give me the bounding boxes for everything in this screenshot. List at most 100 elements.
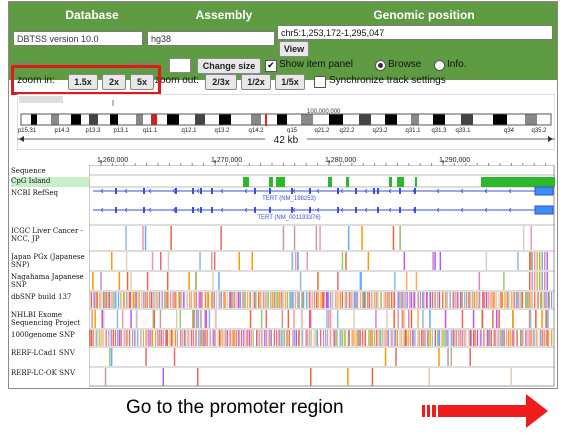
snp-track[interactable] xyxy=(109,348,471,366)
svg-text:TERT (NM_198253): TERT (NM_198253) xyxy=(262,196,316,202)
ideogram-band xyxy=(219,114,231,125)
snp-track[interactable] xyxy=(90,292,553,308)
ideogram-band xyxy=(136,114,143,125)
promoter-caption: Go to the promoter region xyxy=(126,397,344,418)
track-label[interactable]: 1000genome SNP xyxy=(11,331,89,347)
zoom-out-1-2x-button[interactable]: 1/2x xyxy=(241,74,271,90)
ideogram-band xyxy=(59,114,71,125)
browse-radio[interactable] xyxy=(375,60,386,71)
zoom-out-1-5x-button[interactable]: 1/5x xyxy=(275,74,305,90)
cpg-island-block[interactable] xyxy=(397,177,404,187)
change-size-button[interactable]: Change size xyxy=(197,58,261,74)
ideogram-band xyxy=(98,114,110,125)
ruler-tick-label: 1,260,000 xyxy=(97,157,128,164)
database-column-title: Database xyxy=(65,8,119,22)
ideogram-band-label: q21.2 xyxy=(314,128,330,134)
ideogram-band xyxy=(251,114,261,125)
ideogram-band-label: q23.2 xyxy=(372,128,388,134)
ideogram-band xyxy=(89,114,98,125)
snp-track[interactable] xyxy=(91,310,549,328)
ideogram-band-label: p15.31 xyxy=(18,128,37,134)
ideogram-band xyxy=(81,114,89,125)
snp-track[interactable] xyxy=(104,368,512,386)
height-input[interactable] xyxy=(169,58,191,73)
track-label[interactable]: Nagahama Japanese SNP xyxy=(11,273,89,291)
refseq-transcript[interactable]: TERT (NM_198253) xyxy=(93,186,554,202)
ideogram-band xyxy=(313,114,329,125)
ideogram-band xyxy=(277,114,287,125)
genome-browser-window: Database Assembly Genomic position DBTSS… xyxy=(8,1,558,389)
view-button[interactable]: View xyxy=(279,41,309,57)
info-label: Info. xyxy=(447,59,467,70)
database-field[interactable]: DBTSS version 10.0 xyxy=(13,31,143,46)
track-label[interactable]: CpG Island xyxy=(11,177,89,187)
ideogram-band-label: q12.1 xyxy=(181,128,197,134)
snp-track[interactable] xyxy=(111,252,532,270)
ideogram-band xyxy=(287,114,301,125)
span-label: 42 kb xyxy=(274,135,299,146)
ideogram-band-label: q33.1 xyxy=(455,128,471,134)
ideogram-band-label: p13.1 xyxy=(113,128,129,134)
snp-track[interactable] xyxy=(89,330,553,346)
assembly-field[interactable]: hg38 xyxy=(147,31,275,46)
ideogram-band xyxy=(71,114,81,125)
ideogram-band xyxy=(151,114,157,125)
track-label[interactable]: RERF-LCad1 SNV xyxy=(11,349,89,367)
ideogram-band xyxy=(359,114,371,125)
ideogram-band xyxy=(261,114,277,125)
track-label[interactable]: NCBI RefSeq xyxy=(11,189,89,225)
assembly-column-title: Assembly xyxy=(195,8,253,22)
ideogram-band xyxy=(473,114,493,125)
ideogram-band xyxy=(179,114,195,125)
refseq-transcript[interactable]: TERT (NM_001193376) xyxy=(93,205,554,221)
ruler-tick-label: 1,280,000 xyxy=(325,157,356,164)
track-label[interactable]: Japan PGx (Japanese SNP) xyxy=(11,253,89,271)
cpg-island-block[interactable] xyxy=(389,177,392,187)
cpg-island-block[interactable] xyxy=(491,177,555,187)
show-item-panel-label: Show item panel xyxy=(279,59,353,70)
cpg-island-block[interactable] xyxy=(243,177,249,187)
track-area[interactable]: TERT (NM_198253) TERT (NM_001193376) xyxy=(89,165,555,387)
ideogram-band-label: q14.2 xyxy=(248,128,264,134)
cpg-island-block[interactable] xyxy=(269,177,273,187)
ideogram-band-label: q34 xyxy=(504,128,515,134)
ruler-tick-label: 1,290,000 xyxy=(439,157,470,164)
snp-track[interactable] xyxy=(92,272,505,290)
info-radio[interactable] xyxy=(434,60,445,71)
position-column-title: Genomic position xyxy=(373,8,475,22)
cpg-island-block[interactable] xyxy=(415,177,417,187)
cpg-island-block[interactable] xyxy=(276,177,285,187)
position-input[interactable]: chr5:1,253,172-1,295,047 xyxy=(277,25,553,40)
ideogram-band xyxy=(445,114,461,125)
cpg-island-block[interactable] xyxy=(328,177,332,187)
zoom-out-2-3x-button[interactable]: 2/3x xyxy=(205,74,237,90)
track-label[interactable]: ICGC Liver Cancer - NCC, JP xyxy=(11,227,89,251)
track-label[interactable]: Sequence xyxy=(11,167,89,175)
zoom-out-label: zoom out: xyxy=(155,75,199,86)
ideogram-band xyxy=(461,114,473,125)
ideogram-band-label: q11.1 xyxy=(143,128,158,134)
ideogram-band xyxy=(51,114,59,125)
ideogram-band-label: p13.3 xyxy=(85,128,101,134)
ideogram-band xyxy=(143,114,151,125)
ideogram-band xyxy=(118,114,136,125)
snp-track[interactable] xyxy=(125,226,532,250)
track-label[interactable]: dbSNP build 137 xyxy=(11,293,89,309)
ideogram-band xyxy=(31,114,37,125)
ideogram-band xyxy=(507,114,525,125)
ideogram-band-label: q31.3 xyxy=(431,128,447,134)
track-label[interactable]: RERF-LC-OK SNV xyxy=(11,369,89,387)
ideogram-band xyxy=(493,114,507,125)
ideogram-band xyxy=(397,114,411,125)
track-label[interactable]: NHLBI Exome Sequencing Project xyxy=(11,311,89,329)
ideogram-band xyxy=(525,114,537,125)
ideogram-band xyxy=(195,114,205,125)
cpg-island-block[interactable] xyxy=(346,177,349,187)
ideogram-band xyxy=(21,114,31,125)
ideogram-band xyxy=(537,114,551,125)
ideogram-band xyxy=(301,114,313,125)
ideogram-band xyxy=(411,114,419,125)
sync-tracks-checkbox[interactable] xyxy=(314,76,326,88)
show-item-panel-checkbox[interactable]: ✔ xyxy=(265,60,277,72)
chromosome-ideogram[interactable] xyxy=(20,113,552,126)
